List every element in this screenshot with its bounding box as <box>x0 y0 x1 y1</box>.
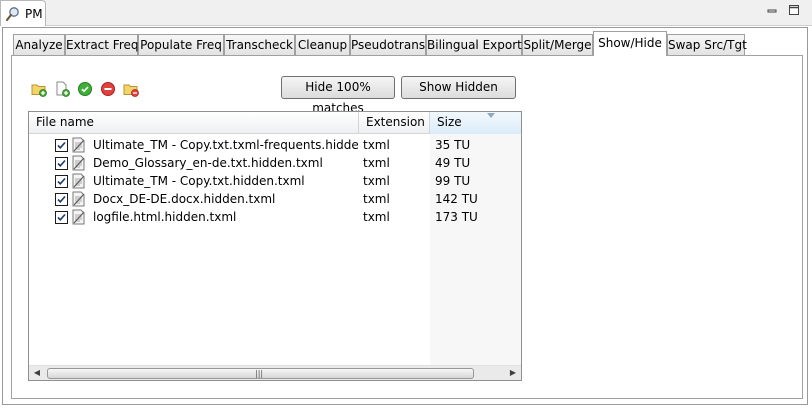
check-circle-icon[interactable] <box>77 81 93 97</box>
table-row[interactable]: logfile.html.hidden.txml txml 173 TU <box>29 208 521 226</box>
size-cell: 99 TU <box>435 174 471 188</box>
tab-bilingual-export[interactable]: Bilingual Export <box>426 34 522 55</box>
title-bar: PM <box>0 0 812 26</box>
tab-populate-freq[interactable]: Populate Freq <box>138 34 224 55</box>
row-checkbox[interactable] <box>55 211 68 224</box>
scrollbar-grip-icon: ||| <box>255 369 264 378</box>
show-hidden-button[interactable]: Show Hidden <box>401 76 516 99</box>
extension-cell: txml <box>363 192 390 206</box>
column-header-extension[interactable]: Extension <box>359 112 430 134</box>
table-row[interactable]: Ultimate_TM - Copy.txt.txml-frequents.hi… <box>29 136 521 154</box>
tab-extract-freq[interactable]: Extract Freq <box>65 34 139 55</box>
sort-descending-icon <box>487 113 495 118</box>
row-checkbox[interactable] <box>55 139 68 152</box>
row-checkbox[interactable] <box>55 175 68 188</box>
magnifier-tool-icon <box>5 6 21 22</box>
tab-show-hide[interactable]: Show/Hide <box>593 31 667 56</box>
table-row[interactable]: Demo_Glossary_en-de.txt.hidden.txml txml… <box>29 154 521 172</box>
hide-100-matches-button[interactable]: Hide 100% matches <box>281 76 395 115</box>
size-cell: 173 TU <box>435 210 478 224</box>
row-checkbox[interactable] <box>55 157 68 170</box>
hidden-file-icon <box>71 209 87 225</box>
remove-circle-icon[interactable] <box>100 81 116 97</box>
view-tab-label: PM <box>25 7 43 21</box>
pm-panel: Analyze Extract Freq Populate Freq Trans… <box>2 27 808 405</box>
tab-swap-src-tgt[interactable]: Swap Src/Tgt <box>667 34 747 55</box>
table-row[interactable]: Docx_DE-DE.docx.hidden.txml txml 142 TU <box>29 190 521 208</box>
hidden-file-icon <box>71 173 87 189</box>
file-name-cell: Ultimate_TM - Copy.txt.txml-frequents.hi… <box>93 138 358 152</box>
table-row[interactable]: Ultimate_TM - Copy.txt.hidden.txml txml … <box>29 172 521 190</box>
file-name-cell: Demo_Glossary_en-de.txt.hidden.txml <box>93 156 323 170</box>
scroll-right-icon[interactable]: ▶ <box>505 366 521 380</box>
folder-add-icon[interactable] <box>31 81 47 97</box>
scrollbar-thumb[interactable]: ||| <box>47 368 474 379</box>
file-add-icon[interactable] <box>54 81 70 97</box>
column-header-size[interactable]: Size <box>430 112 521 134</box>
size-cell: 142 TU <box>435 192 478 206</box>
hidden-files-table: File name Extension Size Ultimate_TM - C… <box>28 111 522 381</box>
file-name-cell: Ultimate_TM - Copy.txt.hidden.txml <box>93 174 305 188</box>
tab-pseudotrans[interactable]: Pseudotrans <box>350 34 426 55</box>
file-name-cell: logfile.html.hidden.txml <box>93 210 237 224</box>
tab-split-merge[interactable]: Split/Merge <box>522 34 593 55</box>
minimize-icon[interactable] <box>766 4 778 16</box>
horizontal-scrollbar[interactable]: ◀ ||| ▶ <box>29 365 521 380</box>
view-tab-pm[interactable]: PM <box>0 0 46 26</box>
extension-cell: txml <box>363 156 390 170</box>
size-cell: 35 TU <box>435 138 471 152</box>
extension-cell: txml <box>363 174 390 188</box>
hidden-file-icon <box>71 137 87 153</box>
file-name-cell: Docx_DE-DE.docx.hidden.txml <box>93 192 276 206</box>
folder-remove-icon[interactable] <box>123 81 139 97</box>
tab-analyze[interactable]: Analyze <box>13 34 65 55</box>
row-checkbox[interactable] <box>55 193 68 206</box>
size-cell: 49 TU <box>435 156 471 170</box>
table-header: File name Extension Size <box>29 112 521 134</box>
scroll-left-icon[interactable]: ◀ <box>29 366 45 380</box>
extension-cell: txml <box>363 210 390 224</box>
tab-transcheck[interactable]: Transcheck <box>224 34 295 55</box>
extension-cell: txml <box>363 138 390 152</box>
column-header-size-label: Size <box>437 115 462 129</box>
tab-cleanup[interactable]: Cleanup <box>295 34 350 55</box>
hidden-file-icon <box>71 155 87 171</box>
maximize-icon[interactable] <box>788 4 800 16</box>
column-header-file-name[interactable]: File name <box>29 112 359 134</box>
hidden-file-icon <box>71 191 87 207</box>
